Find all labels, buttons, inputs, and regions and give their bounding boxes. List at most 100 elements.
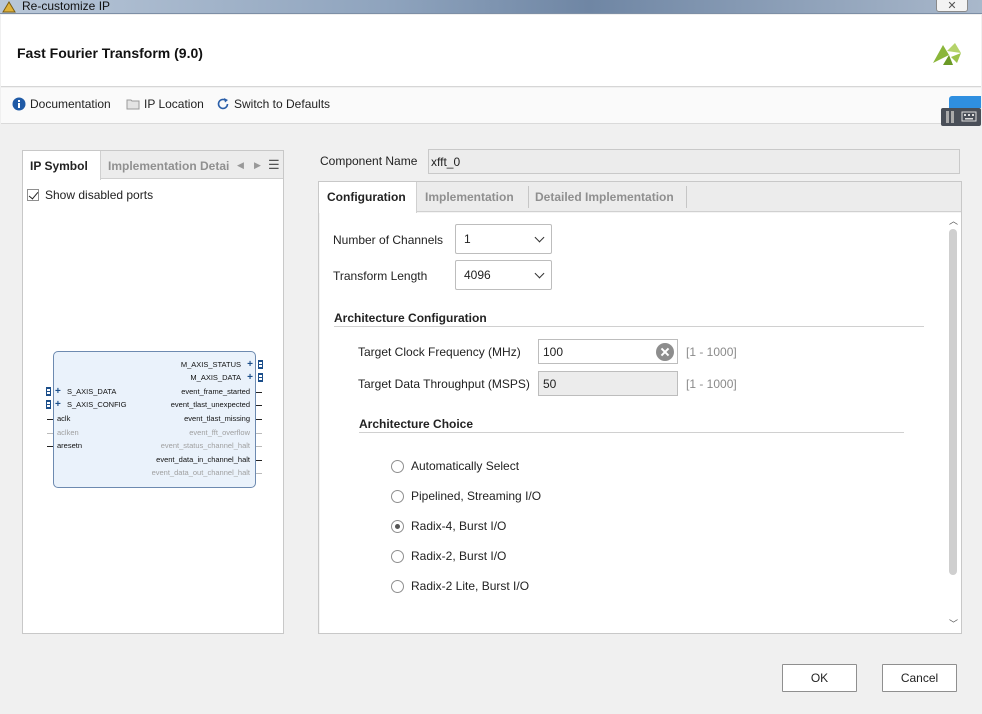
data-throughput-value: 50 [543, 377, 557, 391]
switch-to-defaults-button[interactable]: Switch to Defaults [216, 97, 330, 111]
ip-location-button[interactable]: IP Location [126, 97, 204, 111]
chevron-down-icon [534, 232, 545, 243]
transform-length-select[interactable]: 4096 [455, 260, 552, 290]
scroll-up-icon[interactable]: ︿ [949, 214, 958, 227]
ip-location-label: IP Location [144, 97, 204, 111]
tab-scroll-right-icon[interactable]: ▶ [254, 160, 261, 171]
cancel-button[interactable]: Cancel [882, 664, 957, 692]
show-disabled-ports-checkbox[interactable] [27, 189, 39, 201]
bus-icon [46, 400, 51, 409]
input-method-tab[interactable] [949, 96, 981, 108]
radio-pipelined-streaming[interactable]: Pipelined, Streaming I/O [391, 489, 541, 503]
expand-icon[interactable]: + [247, 360, 253, 370]
tab-scroll-left-icon[interactable]: ◀ [237, 160, 244, 171]
expand-icon[interactable]: + [55, 400, 61, 410]
left-panel-tabs: IP Symbol Implementation Detai ◀ ▶ ☰ [23, 151, 283, 180]
port-pin [256, 446, 262, 447]
radio-button[interactable] [391, 489, 404, 503]
port-event-tlast-missing: event_tlast_missing [184, 414, 250, 423]
port-s-axis-data: S_AXIS_DATA [67, 387, 117, 396]
tab-divider [686, 186, 687, 208]
channels-select[interactable]: 1 [455, 224, 552, 254]
port-pin [47, 433, 53, 434]
window-close-button[interactable]: ✕ [936, 0, 968, 12]
clock-frequency-range: [1 - 1000] [686, 345, 737, 359]
clock-frequency-value: 100 [543, 345, 564, 359]
switch-to-defaults-label: Switch to Defaults [234, 97, 331, 111]
clock-frequency-input[interactable]: 100 [538, 339, 678, 364]
dialog-title: Fast Fourier Transform (9.0) [17, 45, 203, 61]
window-title: Re-customize IP [22, 0, 111, 13]
port-aclk: aclk [57, 414, 71, 423]
port-pin [256, 473, 262, 474]
folder-icon [126, 99, 140, 110]
expand-icon[interactable]: + [55, 387, 61, 397]
tab-implementation-details[interactable]: Implementation Detai [108, 159, 230, 173]
port-m-axis-data: M_AXIS_DATA [190, 373, 241, 382]
port-event-data-out-channel-halt: event_data_out_channel_halt [151, 468, 250, 477]
port-event-status-channel-halt: event_status_channel_halt [160, 441, 250, 450]
radio-label: Pipelined, Streaming I/O [411, 489, 542, 503]
refresh-icon [217, 98, 229, 110]
tab-detailed-implementation[interactable]: Detailed Implementation [535, 190, 674, 204]
radio-button[interactable] [391, 519, 404, 533]
transform-length-value: 4096 [464, 268, 491, 282]
scrollbar-thumb[interactable] [949, 229, 957, 575]
ip-symbol-block: + S_AXIS_DATA + S_AXIS_CONFIG aclk aclke… [46, 351, 263, 488]
bus-icon [258, 373, 263, 382]
radio-button[interactable] [391, 459, 404, 473]
data-throughput-label: Target Data Throughput (MSPS) [358, 377, 530, 391]
radio-label: Radix-2 Lite, Burst I/O [411, 579, 530, 593]
config-scrollbar[interactable]: ︿ ﹀ [946, 213, 961, 633]
port-pin [47, 419, 53, 420]
port-s-axis-config: S_AXIS_CONFIG [67, 400, 127, 409]
port-aresetn: aresetn [57, 441, 83, 450]
tab-configuration[interactable]: Configuration [319, 182, 417, 213]
tab-implementation[interactable]: Implementation [425, 190, 514, 204]
tab-menu-icon[interactable]: ☰ [268, 157, 280, 173]
expand-icon[interactable]: + [247, 373, 253, 383]
radio-button[interactable] [391, 549, 404, 563]
port-pin [256, 433, 262, 434]
channels-label: Number of Channels [333, 233, 444, 247]
radio-automatically-select[interactable]: Automatically Select [391, 459, 519, 473]
port-pin [47, 446, 53, 447]
info-icon [12, 97, 26, 111]
component-name-label: Component Name [320, 154, 418, 168]
component-name-field[interactable]: xfft_0 [428, 149, 960, 174]
radio-label: Radix-2, Burst I/O [411, 549, 507, 563]
radio-label: Automatically Select [411, 459, 520, 473]
port-event-fft-overflow: event_fft_overflow [189, 428, 250, 437]
xilinx-logo-icon [933, 43, 961, 65]
radio-radix4-burst[interactable]: Radix-4, Burst I/O [391, 519, 506, 533]
clear-icon[interactable] [656, 343, 674, 361]
bus-icon [46, 387, 51, 396]
port-pin [256, 460, 262, 461]
documentation-button[interactable]: Documentation [12, 97, 111, 111]
dialog-header: Fast Fourier Transform (9.0) [1, 15, 981, 87]
show-disabled-ports-row[interactable]: Show disabled ports [27, 188, 153, 202]
transform-length-label: Transform Length [333, 269, 428, 283]
scroll-down-icon[interactable]: ﹀ [949, 617, 958, 630]
toolbar: Documentation IP Location Switch to Defa… [1, 88, 981, 124]
port-event-frame-started: event_frame_started [181, 387, 250, 396]
input-method-widget[interactable] [941, 96, 981, 130]
bus-icon [258, 360, 263, 369]
window-titlebar: Re-customize IP ✕ [0, 0, 982, 14]
tab-divider [528, 186, 529, 208]
data-throughput-range: [1 - 1000] [686, 377, 737, 391]
tab-ip-symbol[interactable]: IP Symbol [23, 151, 101, 180]
radio-button[interactable] [391, 579, 404, 593]
keyboard-icon[interactable] [941, 108, 981, 126]
radio-radix2-lite-burst[interactable]: Radix-2 Lite, Burst I/O [391, 579, 529, 593]
port-pin [256, 392, 262, 393]
ok-button[interactable]: OK [782, 664, 857, 692]
architecture-configuration-heading: Architecture Configuration [334, 311, 487, 325]
radio-label: Radix-4, Burst I/O [411, 519, 507, 533]
port-aclken: aclken [57, 428, 79, 437]
section-divider [334, 326, 924, 327]
radio-radix2-burst[interactable]: Radix-2, Burst I/O [391, 549, 506, 563]
architecture-choice-heading: Architecture Choice [359, 417, 474, 431]
ip-symbol-panel: IP Symbol Implementation Detai ◀ ▶ ☰ Sho… [22, 150, 284, 634]
chevron-down-icon [534, 268, 545, 279]
